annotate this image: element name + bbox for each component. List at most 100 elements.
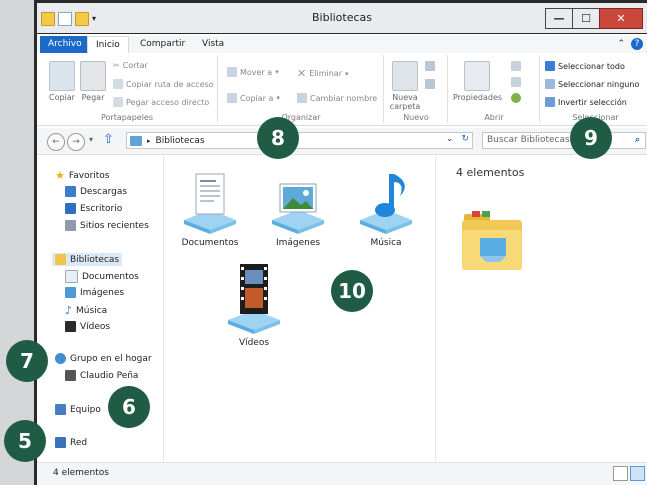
sidebar-label: Grupo en el hogar — [70, 353, 152, 364]
copy-label: Copiar — [49, 93, 75, 102]
sidebar-item-musica[interactable]: ♪ Música — [65, 304, 107, 317]
group-abrir: Propiedades Abrir — [449, 55, 540, 123]
minimize-button[interactable]: — — [545, 8, 573, 29]
homegroup-icon — [55, 353, 66, 364]
large-icons-view-button[interactable] — [630, 466, 645, 481]
rename-button[interactable]: Cambiar nombre — [297, 93, 377, 103]
rename-icon — [297, 93, 307, 103]
copy-to-button[interactable]: Copiar a ▾ — [227, 93, 280, 103]
videos-library-icon — [228, 264, 280, 334]
back-button[interactable]: ← — [47, 133, 65, 151]
callout-badge: 9 — [570, 117, 612, 159]
open-icon — [511, 61, 521, 71]
sidebar-item-descargas[interactable]: Descargas — [65, 186, 127, 197]
easy-access-icon — [425, 79, 435, 89]
item-count: 4 elementos — [456, 166, 525, 179]
sidebar-item-escritorio[interactable]: Escritorio — [65, 203, 122, 214]
sidebar-item-favoritos[interactable]: ★ Favoritos — [55, 169, 110, 182]
open-button[interactable] — [511, 61, 521, 71]
folder-preview-icon — [462, 211, 522, 270]
sidebar-item-bibliotecas[interactable]: Bibliotecas — [52, 253, 123, 266]
tab-vista[interactable]: Vista — [194, 36, 232, 53]
sidebar-label: Documentos — [82, 271, 139, 282]
breadcrumb[interactable]: Bibliotecas — [156, 136, 205, 146]
select-none-button[interactable]: Seleccionar ninguno — [545, 79, 639, 89]
group-nuevo: Nueva carpeta Nuevo — [385, 55, 448, 123]
search-placeholder: Buscar Bibliotecas — [487, 135, 570, 145]
help-icon[interactable]: ? — [631, 38, 643, 50]
address-bar[interactable]: ▸ Bibliotecas ⌄ ↻ — [126, 132, 473, 149]
library-item-musica[interactable]: Música — [346, 168, 426, 248]
close-button[interactable]: ✕ — [599, 8, 643, 29]
chevron-up-icon[interactable]: ⌃ — [617, 39, 625, 49]
documents-icon — [65, 270, 78, 283]
videos-icon — [65, 321, 76, 332]
search-icon[interactable]: ⌕ — [635, 133, 640, 148]
tab-inicio[interactable]: Inicio — [87, 36, 129, 54]
tab-compartir[interactable]: Compartir — [132, 36, 193, 53]
maximize-button[interactable]: ☐ — [572, 8, 600, 29]
copy-button[interactable]: Copiar — [47, 61, 77, 102]
callout-badge: 7 — [6, 340, 48, 382]
rename-label: Cambiar nombre — [310, 93, 378, 103]
invert-selection-button[interactable]: Invertir selección — [545, 97, 627, 107]
breadcrumb-separator-icon: ▸ — [147, 136, 151, 145]
callout-badge: 8 — [257, 117, 299, 159]
item-label: Vídeos — [238, 338, 270, 348]
history-icon — [511, 93, 521, 103]
new-item-button[interactable] — [425, 61, 435, 71]
move-to-button[interactable]: Mover a ▾ — [227, 67, 279, 77]
refresh-icon[interactable]: ↻ — [461, 134, 469, 144]
easy-access-button[interactable] — [425, 79, 435, 89]
cut-button[interactable]: ✂ Cortar — [113, 61, 148, 70]
history-button[interactable] — [511, 93, 521, 103]
new-folder-button[interactable]: Nueva carpeta — [389, 61, 421, 111]
sidebar-item-imagenes[interactable]: Imágenes — [65, 287, 124, 298]
preview-pane: 4 elementos — [435, 156, 647, 463]
sidebar-item-usuario[interactable]: Claudio Peña — [65, 370, 138, 381]
group-label-abrir: Abrir — [484, 113, 504, 122]
new-folder-big-icon — [392, 61, 418, 91]
properties-button[interactable]: Propiedades — [453, 61, 502, 102]
move-icon — [227, 67, 237, 77]
paste-shortcut-button[interactable]: Pegar acceso directo — [113, 97, 209, 107]
desktop-icon — [65, 203, 76, 214]
sidebar-label: Bibliotecas — [70, 254, 120, 265]
sidebar-label: Red — [70, 437, 88, 448]
sidebar-item-equipo[interactable]: Equipo — [55, 404, 101, 415]
edit-button[interactable] — [511, 77, 521, 87]
library-item-documentos[interactable]: Documentos — [170, 168, 250, 248]
library-item-imagenes[interactable]: Imágenes — [258, 168, 338, 248]
delete-button[interactable]: ✕ Eliminar ▾ — [297, 67, 349, 80]
move-label: Mover a — [240, 67, 273, 77]
invert-selection-icon — [545, 97, 555, 107]
select-none-icon — [545, 79, 555, 89]
path-icon — [113, 79, 123, 89]
up-arrow-icon[interactable]: ⇧ — [103, 132, 114, 147]
clipboard-icon — [80, 61, 106, 91]
sidebar-label: Vídeos — [80, 321, 111, 332]
shortcut-icon — [113, 97, 123, 107]
sidebar-item-documentos[interactable]: Documentos — [65, 270, 139, 283]
chevron-down-icon[interactable]: ⌄ — [446, 134, 454, 144]
group-label-nuevo: Nuevo — [403, 113, 429, 122]
user-icon — [65, 370, 76, 381]
sidebar-item-videos[interactable]: Vídeos — [65, 321, 110, 332]
downloads-icon — [65, 186, 76, 197]
tab-archivo[interactable]: Archivo — [40, 36, 90, 53]
sidebar-item-sitios-recientes[interactable]: Sitios recientes — [65, 220, 149, 231]
copy-path-button[interactable]: Copiar ruta de acceso — [113, 79, 214, 89]
music-icon: ♪ — [65, 304, 73, 317]
paste-button[interactable]: Pegar — [79, 61, 107, 102]
library-item-videos[interactable]: Vídeos — [214, 258, 294, 348]
sidebar-item-red[interactable]: Red — [55, 437, 87, 448]
forward-button[interactable]: → — [67, 133, 85, 151]
status-text: 4 elementos — [53, 468, 109, 478]
select-all-button[interactable]: Seleccionar todo — [545, 61, 625, 71]
recent-places-icon — [65, 220, 76, 231]
sidebar-item-grupo-hogar[interactable]: Grupo en el hogar — [55, 353, 152, 364]
details-view-button[interactable] — [613, 466, 628, 481]
search-input[interactable]: Buscar Bibliotecas ⌕ — [482, 132, 646, 149]
recent-locations-icon[interactable]: ▾ — [89, 135, 93, 144]
network-icon — [55, 437, 66, 448]
